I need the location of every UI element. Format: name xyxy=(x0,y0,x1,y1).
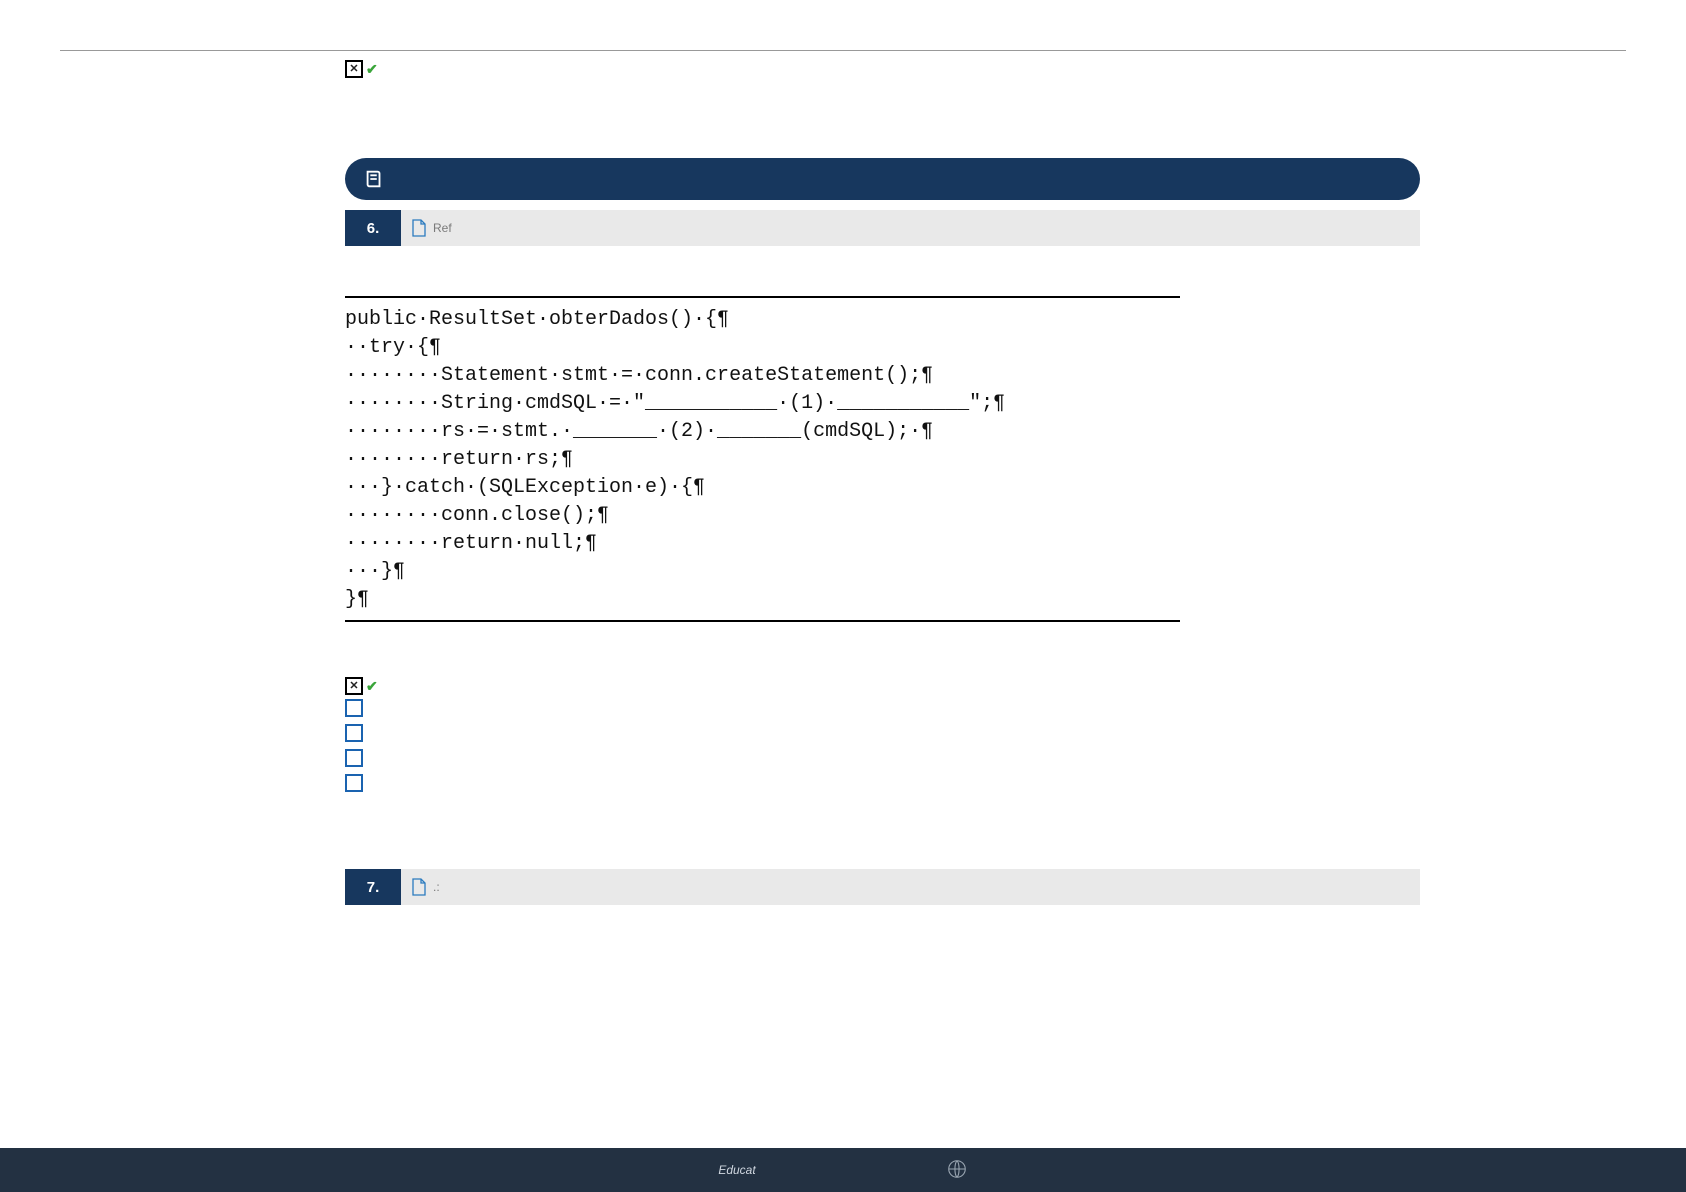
section-header xyxy=(345,158,1420,200)
checkbox-option-a[interactable] xyxy=(345,699,363,717)
code-block: public·ResultSet·obterDados()·{¶ ··try·{… xyxy=(345,296,1180,622)
status-row-top: ✕ ✔ xyxy=(345,60,1420,78)
question7-sublabel: .: xyxy=(433,880,440,894)
question-row-7: 7. .: xyxy=(345,869,1420,905)
check-icon: ✔ xyxy=(366,61,378,78)
ref-label: Ref xyxy=(433,221,452,235)
footer-brand: Educat xyxy=(718,1163,755,1177)
checkbox-option-b[interactable] xyxy=(345,724,363,742)
globe-icon xyxy=(946,1158,968,1183)
check-icon: ✔ xyxy=(366,678,378,695)
checkbox-option-d[interactable] xyxy=(345,774,363,792)
checkbox-option-c[interactable] xyxy=(345,749,363,767)
page-icon xyxy=(411,219,427,237)
question-number: 7. xyxy=(345,869,401,905)
x-icon: ✕ xyxy=(345,677,363,695)
options-block: ✕ ✔ xyxy=(345,677,1420,799)
horizontal-rule xyxy=(60,50,1626,51)
question-row-6: 6. Ref xyxy=(345,210,1420,246)
question-number: 6. xyxy=(345,210,401,246)
book-icon xyxy=(363,168,385,190)
page-icon xyxy=(411,878,427,896)
code-content: public·ResultSet·obterDados()·{¶ ··try·{… xyxy=(345,306,1180,614)
footer-bar: Educat xyxy=(0,1148,1686,1192)
x-icon: ✕ xyxy=(345,60,363,78)
